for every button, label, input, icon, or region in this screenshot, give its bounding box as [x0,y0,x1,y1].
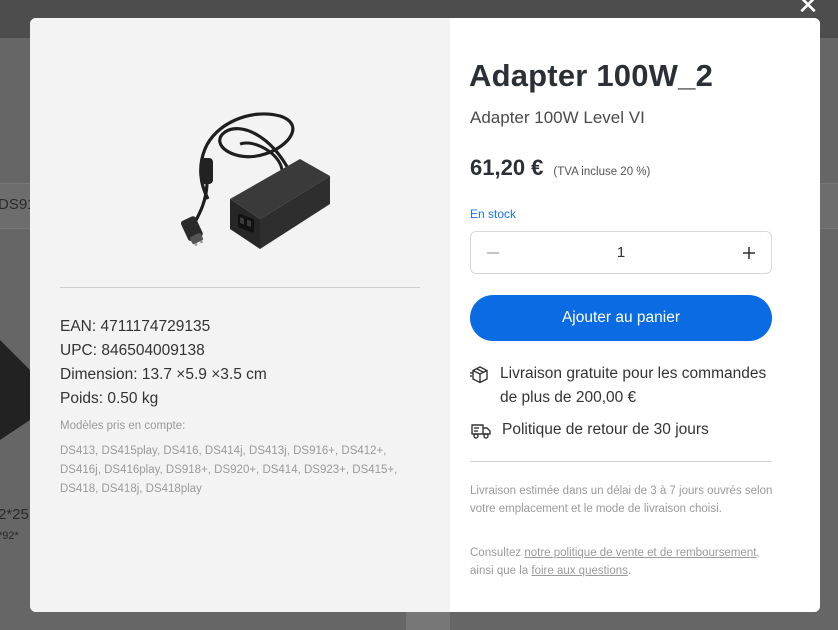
product-specs: EAN: 4711174729135 UPC: 846504009138 Dim… [60,315,267,411]
minus-icon [487,251,499,254]
spec-dimension: Dimension: 13.7 ×5.9 ×3.5 cm [60,366,267,383]
policy-note-prefix: Consultez [470,547,525,559]
return-policy-perk: Politique de retour de 30 jours [470,418,709,442]
spec-ean: EAN: 4711174729135 [60,318,211,335]
add-to-cart-button[interactable]: Ajouter au panier [470,295,772,341]
product-modal: EAN: 4711174729135 UPC: 846504009138 Dim… [30,18,820,612]
left-divider [60,287,420,288]
policy-note: Consultez notre politique de vente et de… [470,544,775,580]
tax-note: (TVA incluse 20 %) [553,166,651,178]
background-fragment-bottom-1: 2*25 [0,506,29,523]
delivery-estimate-note: Livraison estimée dans un délai de 3 à 7… [470,485,773,515]
return-policy-text: Politique de retour de 30 jours [502,421,709,438]
spec-weight: Poids: 0.50 kg [60,390,159,407]
power-adapter-image [180,112,330,249]
quantity-decrease-button[interactable] [471,232,515,273]
compatible-models-label: Modèles pris en compte: [60,420,186,432]
sales-policy-link[interactable]: notre politique de vente et de rembourse… [524,547,756,559]
truck-icon [470,420,492,442]
policy-note-suffix: . [627,565,632,577]
stock-status: En stock [470,207,517,221]
product-title: Adapter 100W_2 [469,58,714,93]
spec-upc: UPC: 846504009138 [60,342,205,359]
right-divider [470,461,772,462]
product-image-pane: EAN: 4711174729135 UPC: 846504009138 Dim… [30,18,450,612]
price-row: 61,20 € (TVA incluse 20 %) [470,155,650,181]
plus-icon [743,246,755,259]
quantity-increase-button[interactable] [727,232,771,273]
free-shipping-text: Livraison gratuite pour les commandes de… [500,365,767,406]
product-details-pane: Adapter 100W_2 Adapter 100W Level VI 61,… [450,18,820,612]
product-price: 61,20 € [470,155,544,180]
quantity-stepper [470,231,772,274]
background-fragment-bottom-2: *92* [0,530,19,542]
free-shipping-perk: Livraison gratuite pour les commandes de… [470,362,770,410]
quantity-input[interactable] [561,244,681,261]
compatible-models-list: DS413, DS415play, DS416, DS414j, DS413j,… [60,445,398,495]
background-product-image [0,340,30,440]
faq-link[interactable]: foire aux questions [531,565,628,577]
package-icon [470,364,490,386]
product-subtitle: Adapter 100W Level VI [470,108,645,127]
close-modal-button[interactable]: ✕ [796,0,820,19]
